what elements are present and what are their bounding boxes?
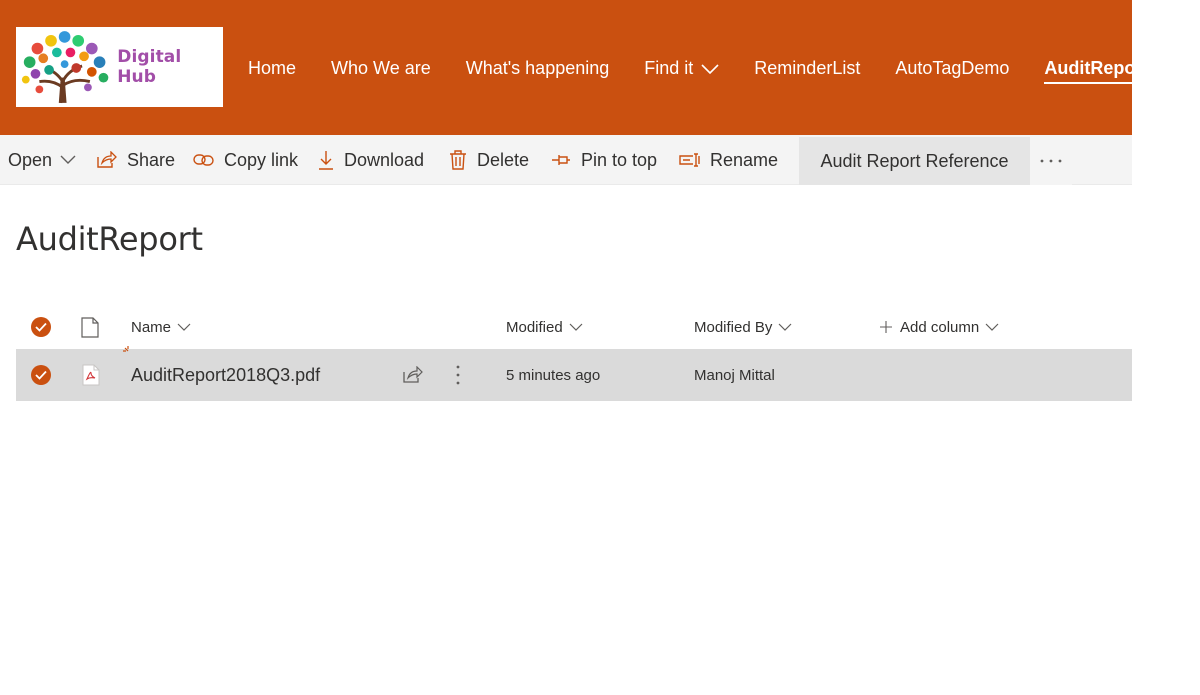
copy-link-button[interactable]: Copy link	[193, 135, 298, 185]
link-icon	[193, 154, 214, 166]
file-name-link[interactable]: AuditReport2018Q3.pdf	[131, 349, 320, 401]
page-title: AuditReport	[16, 220, 203, 258]
row-more-actions-button[interactable]	[456, 349, 460, 401]
pin-to-top-label: Pin to top	[581, 149, 658, 170]
audit-report-reference-button[interactable]: Audit Report Reference	[799, 137, 1030, 185]
share-icon	[403, 366, 423, 383]
logo-text: Digital Hub	[117, 47, 182, 87]
site-header: Digital Hub Home Who We are What's happe…	[0, 0, 1148, 135]
rename-button[interactable]: Rename	[679, 135, 778, 185]
modified-by[interactable]: Manoj Mittal	[694, 349, 775, 401]
nav-home[interactable]: Home	[248, 57, 296, 79]
row-share-button[interactable]	[402, 349, 423, 401]
delete-label: Delete	[477, 149, 530, 170]
row-select-checkbox[interactable]	[31, 349, 51, 401]
nav-find-it[interactable]: Find it	[644, 57, 719, 79]
nav-auditreport[interactable]: AuditReport	[1044, 57, 1148, 84]
chevron-down-icon	[569, 323, 583, 331]
chevron-down-icon	[778, 323, 792, 331]
file-type-column[interactable]	[81, 305, 99, 349]
nav-whats-happening[interactable]: What's happening	[466, 57, 610, 79]
top-navigation: Home Who We are What's happening Find it…	[248, 56, 1183, 84]
pdf-file-icon	[82, 349, 100, 401]
more-vertical-icon	[456, 365, 460, 385]
list-header: Name Modified Modified By Add column	[16, 305, 1132, 349]
add-column-button[interactable]: Add column	[880, 305, 999, 349]
site-logo[interactable]: Digital Hub	[16, 27, 223, 107]
rename-icon	[679, 153, 700, 167]
chevron-down-icon	[60, 155, 76, 164]
nav-autotagdemo[interactable]: AutoTagDemo	[895, 57, 1009, 79]
document-icon	[81, 316, 99, 338]
share-icon	[97, 151, 117, 168]
column-name-label: Name	[131, 318, 172, 336]
pin-icon	[552, 155, 570, 165]
chevron-down-icon	[701, 64, 719, 74]
list-item[interactable]: AuditReport2018Q3.pdf 5 minutes ago Mano…	[16, 346, 1132, 401]
nav-who-we-are[interactable]: Who We are	[331, 57, 431, 79]
column-modified-label: Modified	[506, 318, 563, 336]
select-all-checkbox[interactable]	[31, 305, 51, 349]
check-circle-icon	[31, 317, 51, 337]
column-modified-by-label: Modified By	[694, 318, 773, 336]
modified-date: 5 minutes ago	[506, 366, 601, 384]
more-commands-button[interactable]	[1030, 137, 1072, 185]
share-button[interactable]: Share	[96, 135, 175, 185]
open-label: Open	[8, 149, 53, 170]
download-icon	[319, 151, 333, 170]
download-button[interactable]: Download	[318, 135, 424, 185]
pin-to-top-button[interactable]: Pin to top	[551, 135, 657, 185]
add-column-label: Add column	[900, 318, 980, 336]
rename-label: Rename	[710, 149, 779, 170]
trash-icon	[450, 150, 466, 170]
copy-link-label: Copy link	[224, 149, 299, 170]
tree-logo-icon	[21, 31, 109, 104]
more-horizontal-icon	[1040, 159, 1062, 163]
delete-button[interactable]: Delete	[449, 135, 529, 185]
nav-reminderlist[interactable]: ReminderList	[754, 57, 860, 79]
download-label: Download	[344, 149, 425, 170]
check-circle-icon	[31, 365, 51, 385]
column-header-name[interactable]: Name	[131, 305, 191, 349]
column-header-modified-by[interactable]: Modified By	[694, 305, 792, 349]
chevron-down-icon	[985, 323, 999, 331]
open-button[interactable]: Open	[8, 135, 76, 185]
share-label: Share	[127, 149, 176, 170]
column-header-modified[interactable]: Modified	[506, 305, 583, 349]
nav-find-it-label: Find it	[644, 58, 694, 78]
plus-icon	[880, 321, 892, 333]
chevron-down-icon	[177, 323, 191, 331]
